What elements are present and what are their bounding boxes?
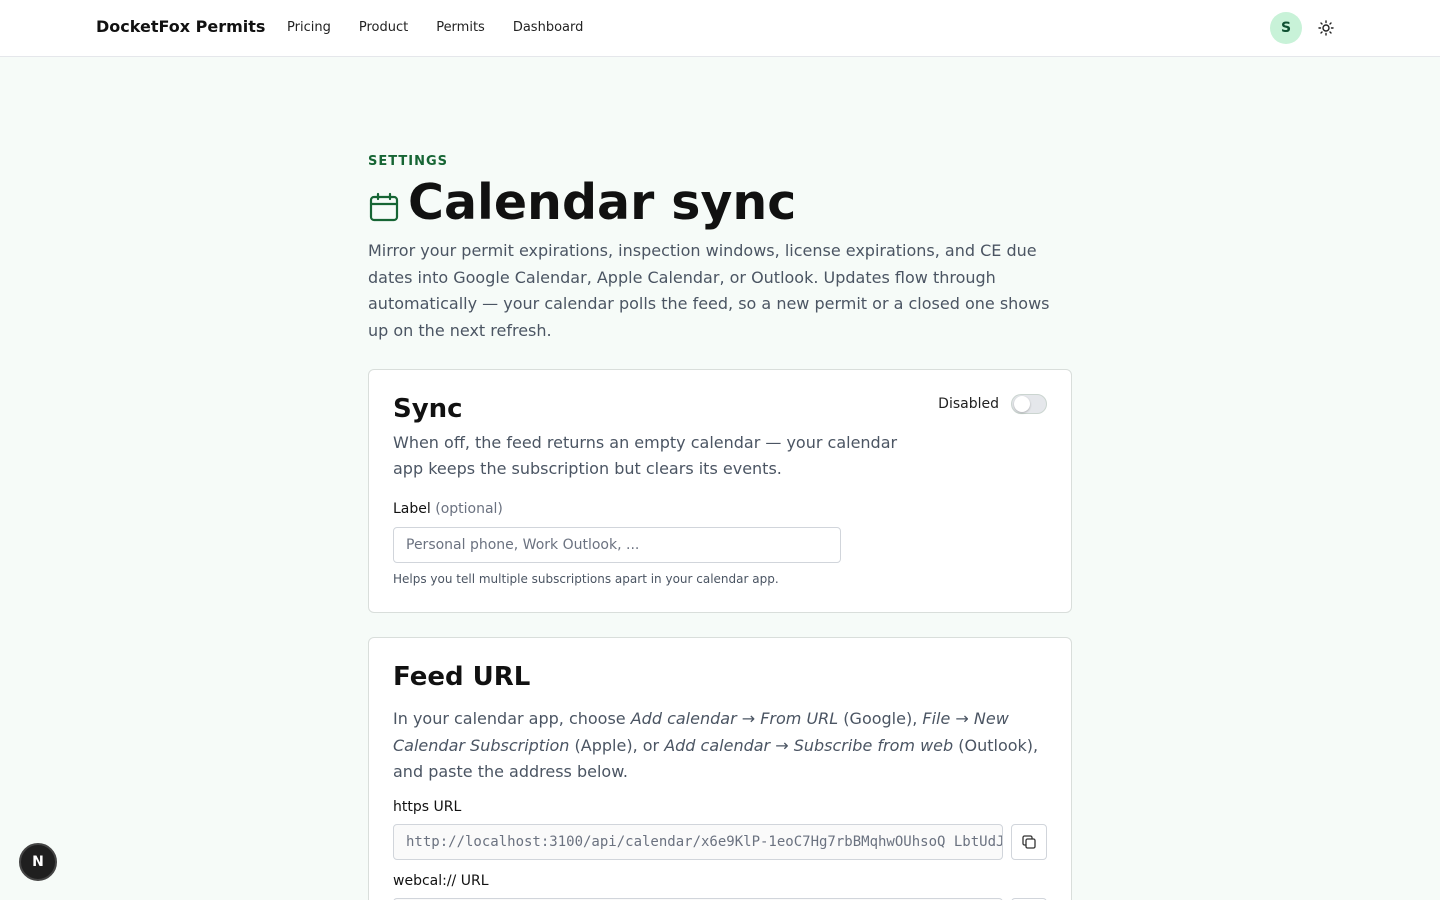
outlook-instruction: Add calendar → Subscribe from web	[664, 735, 954, 755]
label-field-label: Label (optional)	[393, 501, 503, 517]
theme-toggle-button[interactable]	[1316, 18, 1336, 38]
nav-product[interactable]: Product	[359, 20, 408, 35]
eyebrow-label: SETTINGS	[368, 154, 449, 169]
label-input[interactable]	[393, 527, 841, 563]
optional-text: (optional)	[435, 501, 503, 517]
feed-desc-part-2: (Google),	[838, 709, 923, 728]
feed-desc-part-1: In your calendar app, choose	[393, 709, 631, 728]
nav-pricing[interactable]: Pricing	[287, 20, 331, 35]
page-intro: Mirror your permit expirations, inspecti…	[368, 241, 1050, 340]
brand-logo[interactable]: DocketFox Permits	[96, 17, 265, 36]
feed-title: Feed URL	[393, 662, 531, 692]
copy-https-url-button[interactable]	[1011, 824, 1047, 860]
user-avatar[interactable]: S	[1270, 12, 1302, 44]
main-nav: Pricing Product Permits Dashboard	[287, 20, 583, 35]
https-url-field[interactable]: http://localhost:3100/api/calendar/x6e9K…	[393, 824, 1003, 860]
sync-description: When off, the feed returns an empty cale…	[393, 433, 898, 478]
label-helper-text: Helps you tell multiple subscriptions ap…	[393, 572, 779, 586]
sun-icon	[1318, 20, 1334, 36]
https-url-label: https URL	[393, 799, 462, 815]
sync-status-label: Disabled	[938, 396, 999, 412]
sync-toggle[interactable]	[1011, 394, 1047, 414]
feed-desc-part-3: (Apple), or	[569, 735, 665, 755]
page-header: SETTINGS Calendar sync Mirror your permi…	[368, 154, 1072, 344]
webcal-url-label: webcal:// URL	[393, 873, 489, 889]
toggle-knob	[1014, 396, 1030, 412]
copy-icon	[1022, 835, 1036, 849]
feed-description: In your calendar app, choose Add calenda…	[393, 706, 1053, 786]
feed-url-card: Feed URL In your calendar app, choose Ad…	[368, 637, 1072, 900]
sync-card: Sync Disabled When off, the feed returns…	[368, 369, 1072, 613]
label-text: Label	[393, 501, 431, 517]
nav-dashboard[interactable]: Dashboard	[513, 20, 584, 35]
page-title: Calendar sync	[408, 174, 797, 231]
sync-toggle-group: Disabled	[938, 394, 1047, 414]
calendar-icon	[369, 192, 399, 221]
nav-permits[interactable]: Permits	[436, 20, 485, 35]
google-instruction: Add calendar → From URL	[630, 709, 839, 728]
dev-tools-badge[interactable]: N	[19, 843, 57, 881]
title-row: Calendar sync	[368, 177, 1072, 228]
top-nav-bar: DocketFox Permits Pricing Product Permit…	[0, 0, 1440, 57]
sync-title: Sync	[393, 394, 463, 424]
